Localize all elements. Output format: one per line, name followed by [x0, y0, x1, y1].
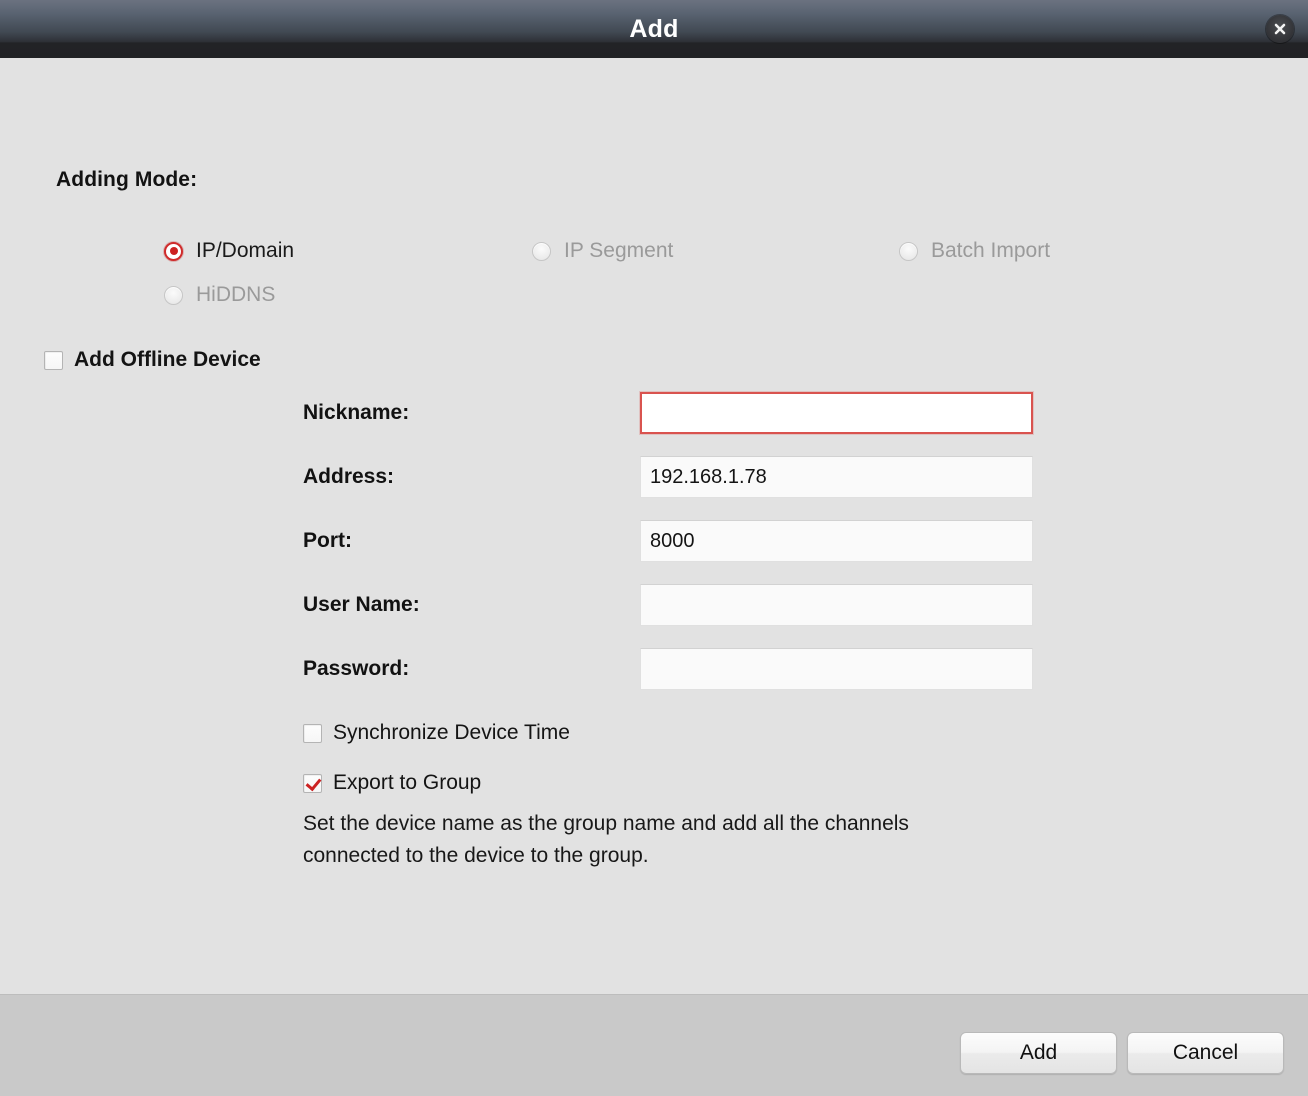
- radio-option-ip-segment[interactable]: IP Segment: [532, 239, 673, 263]
- radio-option-ip-domain[interactable]: IP/Domain: [164, 239, 294, 263]
- radio-icon-batch-import: [899, 242, 918, 261]
- checkbox-icon-add-offline-device: [44, 351, 63, 370]
- radio-label-ip-segment: IP Segment: [564, 239, 673, 263]
- checkbox-synchronize-device-time[interactable]: Synchronize Device Time: [303, 721, 570, 745]
- form-row-password: Password:: [303, 645, 1033, 693]
- radio-option-batch-import[interactable]: Batch Import: [899, 239, 1050, 263]
- radio-icon-hiddns: [164, 286, 183, 305]
- checkbox-label-synchronize-device-time: Synchronize Device Time: [333, 721, 570, 745]
- label-port: Port:: [303, 529, 640, 553]
- label-address: Address:: [303, 465, 640, 489]
- radio-option-hiddns[interactable]: HiDDNS: [164, 283, 275, 307]
- add-button[interactable]: Add: [960, 1032, 1117, 1074]
- add-device-dialog: Add Adding Mode: IP/Domain IP Segment Ba…: [0, 0, 1308, 1096]
- checkbox-icon-synchronize-device-time: [303, 724, 322, 743]
- password-input[interactable]: [640, 648, 1033, 690]
- device-form: Nickname: Address: Port: User Name: Pass…: [303, 389, 1033, 709]
- close-button[interactable]: [1266, 15, 1294, 43]
- adding-mode-label: Adding Mode:: [56, 168, 197, 192]
- radio-label-batch-import: Batch Import: [931, 239, 1050, 263]
- form-row-nickname: Nickname:: [303, 389, 1033, 437]
- dialog-title: Add: [0, 14, 1308, 44]
- form-row-address: Address:: [303, 453, 1033, 501]
- label-password: Password:: [303, 657, 640, 681]
- label-nickname: Nickname:: [303, 401, 640, 425]
- cancel-button[interactable]: Cancel: [1127, 1032, 1284, 1074]
- checkbox-icon-export-to-group: [303, 774, 322, 793]
- checkbox-export-to-group[interactable]: Export to Group: [303, 771, 481, 795]
- form-row-username: User Name:: [303, 581, 1033, 629]
- radio-label-ip-domain: IP/Domain: [196, 239, 294, 263]
- address-input[interactable]: [640, 456, 1033, 498]
- form-row-port: Port:: [303, 517, 1033, 565]
- label-username: User Name:: [303, 593, 640, 617]
- dialog-titlebar: Add: [0, 0, 1308, 58]
- export-to-group-description: Set the device name as the group name an…: [303, 808, 993, 872]
- checkbox-label-add-offline-device: Add Offline Device: [74, 348, 261, 372]
- radio-label-hiddns: HiDDNS: [196, 283, 275, 307]
- footer-button-group: Add Cancel: [960, 1032, 1284, 1074]
- nickname-input[interactable]: [640, 392, 1033, 434]
- dialog-body: Adding Mode: IP/Domain IP Segment Batch …: [0, 58, 1308, 994]
- radio-icon-ip-domain: [164, 242, 183, 261]
- port-input[interactable]: [640, 520, 1033, 562]
- dialog-footer: Add Cancel: [0, 994, 1308, 1096]
- checkbox-add-offline-device[interactable]: Add Offline Device: [44, 348, 261, 372]
- username-input[interactable]: [640, 584, 1033, 626]
- checkbox-label-export-to-group: Export to Group: [333, 771, 481, 795]
- radio-icon-ip-segment: [532, 242, 551, 261]
